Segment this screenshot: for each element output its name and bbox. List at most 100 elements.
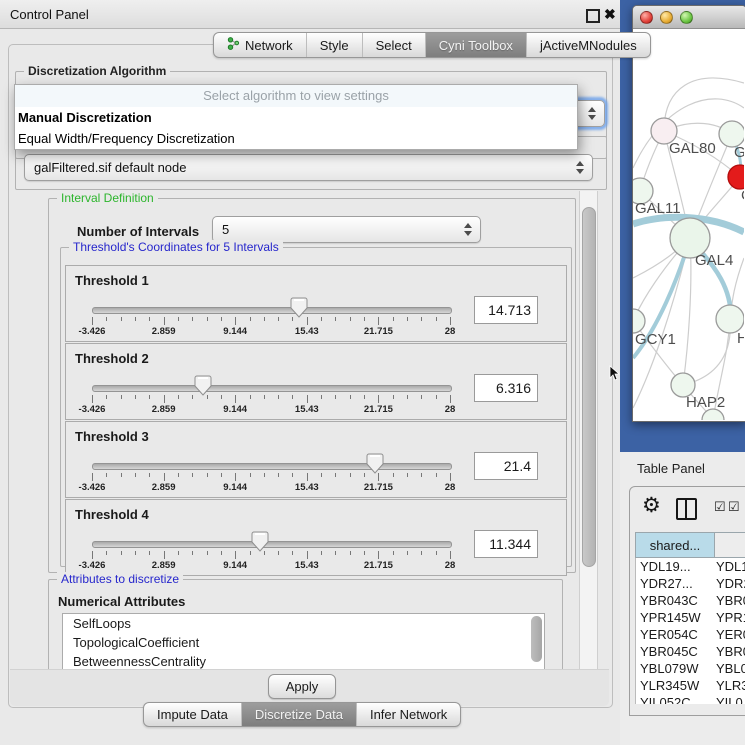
- cell-shared-name: YLR345W: [636, 677, 716, 694]
- table-row[interactable]: YDR27...YDR2: [636, 575, 745, 592]
- slider-tick: [321, 473, 322, 477]
- slider-tick: [92, 317, 93, 325]
- cell-shared-name: YDL19...: [636, 558, 716, 575]
- slider-tick: [149, 317, 150, 321]
- popup-option[interactable]: Equal Width/Frequency Discretization: [15, 128, 577, 149]
- threshold-value-field[interactable]: 11.344: [474, 530, 538, 558]
- popup-option[interactable]: Manual Discretization: [15, 107, 577, 128]
- table-row[interactable]: YDL19...YDL1: [636, 558, 745, 575]
- minimize-yellow-icon[interactable]: [660, 11, 673, 24]
- tick-label: 9.144: [223, 404, 247, 415]
- list-item[interactable]: TopologicalCoefficient: [63, 633, 544, 652]
- table-data-combobox[interactable]: galFiltered.sif default node: [24, 154, 593, 181]
- tab-discretize-data[interactable]: Discretize Data: [241, 703, 356, 726]
- tick-label: 15.43: [295, 404, 319, 415]
- slider-tick: [321, 551, 322, 555]
- tick-label: -3.426: [79, 404, 106, 415]
- slider-tick: [421, 395, 422, 399]
- slider-tick: [436, 317, 437, 321]
- cell-shared-name: YER054C: [636, 626, 716, 643]
- network-window-titlebar[interactable]: [633, 6, 745, 29]
- number-of-intervals-combobox[interactable]: 5: [212, 216, 481, 243]
- slider-thumb[interactable]: [366, 453, 384, 474]
- split-column-icon[interactable]: [676, 498, 697, 520]
- table-row[interactable]: YBR043CYBR0: [636, 592, 745, 609]
- slider-tick: [207, 551, 208, 555]
- slider-tick: [149, 395, 150, 399]
- tick-label: 9.144: [223, 560, 247, 571]
- slider-tick: [407, 551, 408, 555]
- tab-cyni-toolbox[interactable]: Cyni Toolbox: [425, 33, 526, 57]
- float-window-icon[interactable]: [586, 9, 600, 23]
- network-view-window[interactable]: GAL80GACGAL11GAL4GCY1HHAP2: [632, 5, 745, 422]
- close-red-icon[interactable]: [640, 11, 653, 24]
- network-canvas[interactable]: GAL80GACGAL11GAL4GCY1HHAP2: [633, 28, 744, 420]
- threshold-box: Threshold 3-3.4262.8599.14415.4321.71528…: [65, 421, 567, 498]
- slider-tick: [106, 317, 107, 321]
- slider-tick: [393, 395, 394, 399]
- cell-shared-name: YBR043C: [636, 592, 716, 609]
- slider-thumb[interactable]: [251, 531, 269, 552]
- tab-jactivemnodules[interactable]: jActiveMNodules: [526, 33, 650, 57]
- network-node-h[interactable]: [716, 305, 744, 333]
- checkbox-icon[interactable]: ☑: [728, 499, 740, 515]
- slider-tick: [436, 551, 437, 555]
- main-scrollbar[interactable]: [579, 191, 598, 669]
- slider-track[interactable]: [92, 541, 452, 548]
- apply-button[interactable]: Apply: [268, 674, 336, 699]
- slider-tick: [421, 317, 422, 321]
- slider-tick: [350, 317, 351, 321]
- table-panel: ⚙ ☑ ☑ shared... na YDL19...YDL1YDR27...Y…: [629, 486, 745, 716]
- slider-tick: [450, 473, 451, 481]
- tick-label: 28: [445, 404, 456, 415]
- list-item[interactable]: SelfLoops: [63, 614, 544, 633]
- threshold-value-field[interactable]: 14.713: [474, 296, 538, 324]
- slider-track[interactable]: [92, 385, 452, 392]
- tab-style[interactable]: Style: [306, 33, 362, 57]
- table-row[interactable]: YBR045CYBR0: [636, 643, 745, 660]
- threshold-value-field[interactable]: 6.316: [474, 374, 538, 402]
- slider-tick: [207, 317, 208, 321]
- zoom-green-icon[interactable]: [680, 11, 693, 24]
- list-item[interactable]: BetweennessCentrality: [63, 652, 544, 669]
- slider-tick: [278, 395, 279, 399]
- table-row[interactable]: YLR345WYLR3: [636, 677, 745, 694]
- slider-track[interactable]: [92, 463, 452, 470]
- control-panel-titlebar: Control Panel ✖: [0, 0, 620, 29]
- tab-impute-data[interactable]: Impute Data: [144, 703, 241, 726]
- slider-thumb[interactable]: [290, 297, 308, 318]
- interval-definition-group: Interval Definition Number of Intervals …: [48, 198, 576, 573]
- network-node-gcy1[interactable]: [633, 309, 645, 333]
- slider-track[interactable]: [92, 307, 452, 314]
- slider-tick: [307, 551, 308, 559]
- threshold-label: Threshold 4: [75, 507, 149, 522]
- slider-tick: [250, 395, 251, 399]
- slider-thumb[interactable]: [194, 375, 212, 396]
- column-header-shared-name[interactable]: shared...: [635, 532, 715, 558]
- threshold-value-field[interactable]: 21.4: [474, 452, 538, 480]
- table-row[interactable]: YBL079WYBL0: [636, 660, 745, 677]
- slider-tick: [264, 473, 265, 477]
- popup-placeholder-item[interactable]: Select algorithm to view settings: [15, 85, 577, 107]
- close-icon[interactable]: ✖: [604, 6, 616, 23]
- slider-tick: [307, 473, 308, 481]
- threshold-label: Threshold 1: [75, 273, 149, 288]
- slider-tick: [335, 551, 336, 555]
- group-title-interval-definition: Interval Definition: [57, 191, 158, 205]
- node-label: C: [741, 187, 744, 204]
- numerical-attributes-list[interactable]: SelfLoopsTopologicalCoefficientBetweenne…: [62, 613, 545, 669]
- tab-network[interactable]: Network: [214, 33, 306, 57]
- node-label: H: [737, 330, 744, 347]
- list-scrollbar-thumb[interactable]: [531, 616, 542, 662]
- tick-label: 9.144: [223, 326, 247, 337]
- table-row[interactable]: YPR145WYPR1: [636, 609, 745, 626]
- tab-select[interactable]: Select: [362, 33, 425, 57]
- main-scrollbar-thumb[interactable]: [582, 207, 596, 567]
- column-header-name[interactable]: na: [715, 532, 745, 558]
- table-row[interactable]: YIL052CYIL0: [636, 694, 745, 704]
- checkbox-icon[interactable]: ☑: [714, 499, 726, 515]
- gear-icon[interactable]: ⚙: [642, 493, 661, 518]
- tab-infer-network[interactable]: Infer Network: [356, 703, 460, 726]
- slider-tick: [164, 551, 165, 559]
- table-row[interactable]: YER054CYER0: [636, 626, 745, 643]
